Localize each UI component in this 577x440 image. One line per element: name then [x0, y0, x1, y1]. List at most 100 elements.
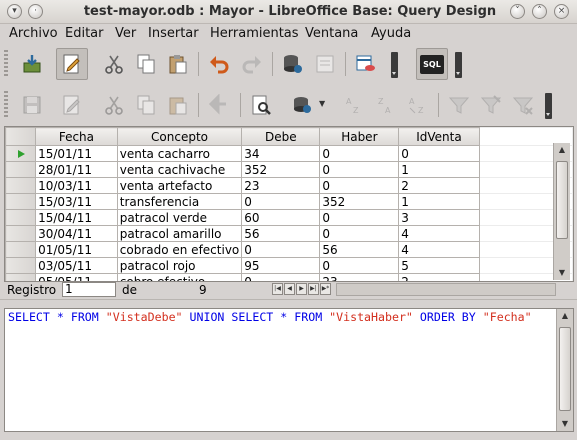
paste-icon-2[interactable] — [162, 89, 194, 121]
table-cell[interactable]: 0 — [319, 145, 400, 162]
sql-scroll-up-icon[interactable]: ▲ — [557, 309, 573, 323]
menu-archivo[interactable]: Archivo — [9, 26, 58, 41]
standard-filter-icon[interactable] — [475, 89, 507, 121]
table-row[interactable]: 01/05/11 cobrado en efectivo 0 56 4 — [5, 241, 573, 258]
row-handle[interactable] — [5, 241, 37, 258]
sort-icon[interactable]: AZ — [402, 89, 434, 121]
last-record-icon[interactable]: ▶| — [308, 283, 319, 295]
table-cell[interactable]: 56 — [319, 241, 400, 258]
table-cell[interactable]: 01/05/11 — [35, 241, 118, 258]
sql-statement[interactable]: SELECT * FROM "VistaDebe" UNION SELECT *… — [8, 310, 532, 324]
table-cell[interactable]: 15/04/11 — [35, 209, 118, 226]
row-handle[interactable] — [5, 257, 37, 274]
table-cell[interactable]: 352 — [319, 193, 400, 210]
cut-icon-2[interactable] — [98, 89, 130, 121]
column-header[interactable]: IdVenta — [398, 127, 480, 146]
table-cell[interactable]: 0 — [319, 225, 400, 242]
grid-vertical-scrollbar[interactable]: ▲ ▼ — [553, 143, 570, 280]
paste-icon[interactable] — [162, 48, 194, 80]
table-row[interactable]: 05/05/11 cobro efectivo 0 23 2 — [5, 273, 573, 281]
table-cell[interactable]: venta artefacto — [116, 177, 243, 194]
table-cell[interactable]: 1 — [398, 193, 480, 210]
table-row[interactable]: 28/01/11 venta cachivache 352 0 1 — [5, 161, 573, 178]
sql-scroll-thumb[interactable] — [559, 327, 571, 411]
table-cell[interactable]: patracol rojo — [116, 257, 243, 274]
menu-ver[interactable]: Ver — [115, 26, 136, 41]
window-menu-icon[interactable]: ▾ — [7, 4, 22, 19]
remove-filter-icon[interactable] — [507, 89, 539, 121]
row-handle[interactable] — [5, 193, 37, 210]
table-add-icon[interactable] — [350, 48, 382, 80]
refresh-database-icon[interactable] — [286, 89, 318, 121]
table-row[interactable]: 03/05/11 patracol rojo 95 0 5 — [5, 257, 573, 274]
table-cell[interactable]: 95 — [241, 257, 321, 274]
table-cell[interactable]: 4 — [398, 241, 480, 258]
scroll-down-icon[interactable]: ▼ — [554, 266, 570, 280]
sort-descending-icon[interactable]: ZA — [370, 89, 402, 121]
table-cell[interactable]: venta cachivache — [116, 161, 243, 178]
table-cell[interactable]: patracol verde — [116, 209, 243, 226]
pin-icon[interactable]: · — [28, 4, 43, 19]
table-cell[interactable]: 0 — [319, 209, 400, 226]
menu-editar[interactable]: Editar — [65, 26, 104, 41]
sql-editor[interactable]: SELECT * FROM "VistaDebe" UNION SELECT *… — [4, 308, 574, 432]
table-row[interactable]: 15/04/11 patracol verde 60 0 3 — [5, 209, 573, 226]
column-header[interactable]: Haber — [319, 127, 400, 146]
table-cell[interactable]: venta cacharro — [116, 145, 243, 162]
previous-record-icon[interactable]: ◀ — [284, 283, 295, 295]
toolbar-overflow-icon-3[interactable] — [545, 93, 552, 119]
next-record-icon[interactable]: ▶ — [296, 283, 307, 295]
autofilter-icon[interactable] — [443, 89, 475, 121]
edit-icon[interactable] — [56, 89, 88, 121]
table-cell[interactable]: 0 — [319, 257, 400, 274]
edit-pencil-icon[interactable] — [56, 48, 88, 80]
table-cell[interactable]: 2 — [398, 273, 480, 281]
menu-ayuda[interactable]: Ayuda — [371, 26, 411, 41]
table-cell[interactable]: 0 — [319, 177, 400, 194]
menu-ventana[interactable]: Ventana — [305, 26, 358, 41]
toolbar-overflow-icon[interactable] — [391, 52, 398, 78]
row-handle[interactable] — [5, 161, 37, 178]
table-cell[interactable]: 10/03/11 — [35, 177, 118, 194]
table-cell[interactable]: 0 — [319, 161, 400, 178]
table-cell[interactable]: 1 — [398, 161, 480, 178]
grid-scroll-thumb[interactable] — [556, 161, 568, 239]
table-cell[interactable]: 2 — [398, 177, 480, 194]
column-header[interactable]: Debe — [241, 127, 321, 146]
cut-icon[interactable] — [98, 48, 130, 80]
table-cell[interactable]: 0 — [241, 273, 321, 281]
table-cell[interactable]: 5 — [398, 257, 480, 274]
table-row[interactable]: 10/03/11 venta artefacto 23 0 2 — [5, 177, 573, 194]
sql-scroll-down-icon[interactable]: ▼ — [557, 417, 573, 431]
sql-vertical-scrollbar[interactable]: ▲ ▼ — [556, 309, 573, 431]
row-handle[interactable] — [5, 225, 37, 242]
column-header[interactable]: Concepto — [116, 127, 243, 146]
redo-icon[interactable] — [236, 48, 268, 80]
toolbar-grip[interactable] — [4, 50, 8, 78]
table-cell[interactable]: cobro efectivo — [116, 273, 243, 281]
grid-horizontal-scrollbar[interactable] — [336, 283, 556, 296]
maximize-icon[interactable]: ˄ — [532, 4, 547, 19]
table-cell[interactable]: 0 — [241, 241, 321, 258]
table-row[interactable]: 30/04/11 patracol amarillo 56 0 4 — [5, 225, 573, 242]
table-cell[interactable]: 15/01/11 — [35, 145, 118, 162]
toolbar-overflow-icon-2[interactable] — [455, 52, 462, 78]
refresh-dropdown-icon[interactable]: ▼ — [319, 99, 327, 108]
table-cell[interactable]: 03/05/11 — [35, 257, 118, 274]
table-cell[interactable]: 15/03/11 — [35, 193, 118, 210]
result-grid[interactable]: Fecha Concepto Debe Haber IdVenta 15/01/… — [4, 126, 574, 282]
copy-icon-2[interactable] — [130, 89, 162, 121]
first-record-icon[interactable]: |◀ — [272, 283, 283, 295]
scroll-up-icon[interactable]: ▲ — [554, 143, 570, 157]
table-cell[interactable]: 352 — [241, 161, 321, 178]
table-cell[interactable]: 28/01/11 — [35, 161, 118, 178]
table-cell[interactable]: 60 — [241, 209, 321, 226]
undo-icon[interactable] — [203, 48, 235, 80]
menu-herramientas[interactable]: Herramientas — [210, 26, 299, 41]
table-cell[interactable]: patracol amarillo — [116, 225, 243, 242]
close-icon[interactable]: × — [554, 4, 569, 19]
current-row-marker-icon[interactable] — [5, 145, 37, 162]
table-cell[interactable]: 4 — [398, 225, 480, 242]
row-handle-header[interactable] — [5, 127, 37, 146]
record-number-input[interactable]: 1 — [62, 282, 116, 297]
